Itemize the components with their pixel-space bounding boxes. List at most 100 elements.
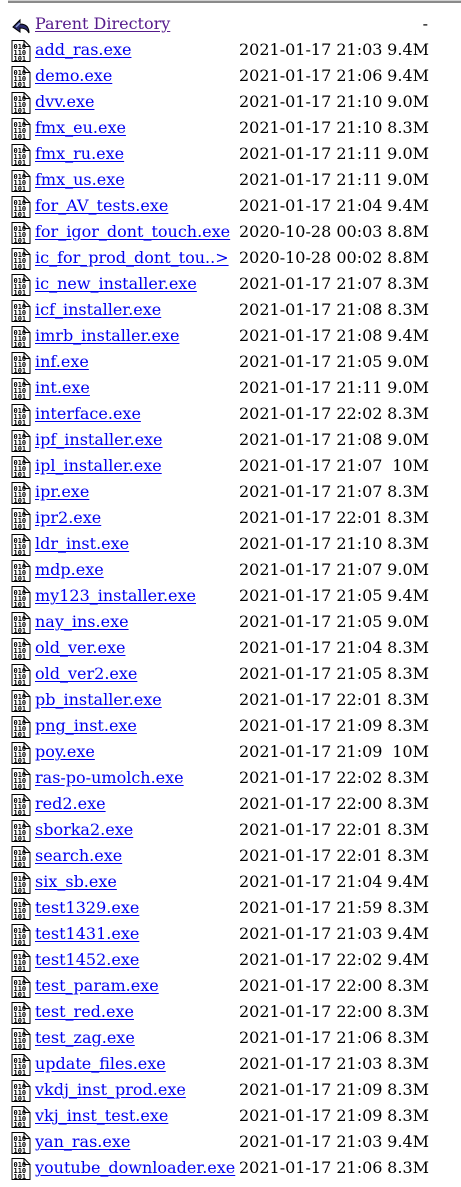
binary-file-icon[interactable]: 010 110 101 <box>11 586 31 608</box>
file-link[interactable]: old_ver.exe <box>35 638 125 657</box>
file-link[interactable]: ic_new_installer.exe <box>35 274 197 293</box>
file-link[interactable]: youtube_downloader.exe <box>35 1158 235 1177</box>
file-link[interactable]: fmx_ru.exe <box>35 144 124 163</box>
binary-file-icon[interactable]: 010 110 101 <box>11 274 31 296</box>
binary-file-icon[interactable]: 010 110 101 <box>11 1158 31 1180</box>
binary-file-icon[interactable]: 010 110 101 <box>11 638 31 660</box>
binary-file-icon[interactable]: 010 110 101 <box>11 196 31 218</box>
file-link[interactable]: update_files.exe <box>35 1054 166 1073</box>
file-link[interactable]: mdp.exe <box>35 560 104 579</box>
file-link[interactable]: fmx_eu.exe <box>35 118 126 137</box>
file-link[interactable]: ras-po-umolch.exe <box>35 768 184 787</box>
binary-file-icon[interactable]: 010 110 101 <box>11 300 31 322</box>
binary-file-icon[interactable]: 010 110 101 <box>11 1054 31 1076</box>
file-link[interactable]: for_igor_dont_touch.exe <box>35 222 230 241</box>
file-link[interactable]: yan_ras.exe <box>35 1132 130 1151</box>
binary-file-icon[interactable]: 010 110 101 <box>11 1002 31 1024</box>
svg-text:101: 101 <box>14 991 27 998</box>
binary-file-icon[interactable]: 010 110 101 <box>11 326 31 348</box>
file-link[interactable]: test_zag.exe <box>35 1028 135 1047</box>
file-link[interactable]: six_sb.exe <box>35 872 117 891</box>
binary-file-icon[interactable]: 010 110 101 <box>11 846 31 868</box>
parent-directory-link[interactable]: Parent Directory <box>35 14 170 33</box>
file-row: 010 110 101 poy.exe 2021-01-17 21:09 10M <box>11 740 461 766</box>
binary-file-icon[interactable]: 010 110 101 <box>11 950 31 972</box>
binary-file-icon[interactable]: 010 110 101 <box>11 872 31 894</box>
binary-file-icon[interactable]: 010 110 101 <box>11 92 31 114</box>
binary-file-icon[interactable]: 010 110 101 <box>11 508 31 530</box>
file-link[interactable]: test_red.exe <box>35 1002 134 1021</box>
file-link[interactable]: poy.exe <box>35 742 95 761</box>
file-link[interactable]: ipf_installer.exe <box>35 430 163 449</box>
binary-file-icon[interactable]: 010 110 101 <box>11 430 31 452</box>
file-link[interactable]: red2.exe <box>35 794 106 813</box>
binary-file-icon[interactable]: 010 110 101 <box>11 40 31 62</box>
file-link[interactable]: ldr_inst.exe <box>35 534 129 553</box>
binary-file-icon[interactable]: 010 110 101 <box>11 560 31 582</box>
file-link[interactable]: icf_installer.exe <box>35 300 161 319</box>
file-link[interactable]: test1452.exe <box>35 950 139 969</box>
file-link[interactable]: test1329.exe <box>35 898 139 917</box>
file-link[interactable]: fmx_us.exe <box>35 170 125 189</box>
binary-file-icon[interactable]: 010 110 101 <box>11 534 31 556</box>
binary-file-icon[interactable]: 010 110 101 <box>11 924 31 946</box>
binary-file-icon[interactable]: 010 110 101 <box>11 222 31 244</box>
binary-file-icon[interactable]: 010 110 101 <box>11 248 31 270</box>
binary-file-icon[interactable]: 010 110 101 <box>11 1132 31 1154</box>
binary-file-icon[interactable]: 010 110 101 <box>11 820 31 842</box>
binary-file-icon[interactable]: 010 110 101 <box>11 170 31 192</box>
file-link[interactable]: png_inst.exe <box>35 716 137 735</box>
file-link[interactable]: imrb_installer.exe <box>35 326 179 345</box>
file-link[interactable]: old_ver2.exe <box>35 664 137 683</box>
binary-file-icon[interactable]: 010 110 101 <box>11 690 31 712</box>
binary-file-icon[interactable]: 010 110 101 <box>11 66 31 88</box>
file-link[interactable]: dvv.exe <box>35 92 94 111</box>
file-modified-date: 2021-01-17 21:11 <box>239 170 383 189</box>
file-size: 8.3M <box>387 1080 429 1099</box>
file-link[interactable]: pb_installer.exe <box>35 690 162 709</box>
file-link[interactable]: sborka2.exe <box>35 820 133 839</box>
binary-file-icon[interactable]: 010 110 101 <box>11 404 31 426</box>
binary-file-icon[interactable]: 010 110 101 <box>11 456 31 478</box>
binary-file-icon[interactable]: 010 110 101 <box>11 482 31 504</box>
file-link[interactable]: ipr2.exe <box>35 508 101 527</box>
binary-file-icon[interactable]: 010 110 101 <box>11 898 31 920</box>
file-link[interactable]: vkj_inst_test.exe <box>35 1106 168 1125</box>
file-link[interactable]: ic_for_prod_dont_tou..> <box>35 248 229 267</box>
binary-file-icon[interactable]: 010 110 101 <box>11 742 31 764</box>
file-link[interactable]: search.exe <box>35 846 122 865</box>
binary-file-icon[interactable]: 010 110 101 <box>11 612 31 634</box>
binary-file-icon[interactable]: 010 110 101 <box>11 716 31 738</box>
file-link[interactable]: test_param.exe <box>35 976 159 995</box>
binary-file-icon[interactable]: 010 110 101 <box>11 664 31 686</box>
binary-file-icon[interactable]: 010 110 101 <box>11 768 31 790</box>
back-arrow-icon[interactable] <box>11 14 31 36</box>
file-link[interactable]: inf.exe <box>35 352 89 371</box>
file-size: 10M <box>392 456 429 475</box>
svg-text:101: 101 <box>14 419 27 426</box>
file-link[interactable]: add_ras.exe <box>35 40 131 59</box>
file-link[interactable]: nay_ins.exe <box>35 612 129 631</box>
file-link[interactable]: interface.exe <box>35 404 141 423</box>
file-link[interactable]: my123_installer.exe <box>35 586 196 605</box>
file-link[interactable]: ipr.exe <box>35 482 89 501</box>
file-link[interactable]: vkdj_inst_prod.exe <box>35 1080 186 1099</box>
binary-file-icon[interactable]: 010 110 101 <box>11 144 31 166</box>
file-link[interactable]: test1431.exe <box>35 924 139 943</box>
file-link[interactable]: demo.exe <box>35 66 112 85</box>
binary-file-icon[interactable]: 010 110 101 <box>11 1028 31 1050</box>
binary-file-icon[interactable]: 010 110 101 <box>11 118 31 140</box>
file-size: 9.4M <box>387 196 429 215</box>
binary-file-icon[interactable]: 010 110 101 <box>11 352 31 374</box>
file-link[interactable]: ipl_installer.exe <box>35 456 162 475</box>
binary-file-icon[interactable]: 010 110 101 <box>11 794 31 816</box>
file-row: 010 110 101 search.exe 2021-01-17 22:01 8.3M <box>11 844 461 870</box>
binary-file-icon[interactable]: 010 110 101 <box>11 976 31 998</box>
file-link[interactable]: int.exe <box>35 378 90 397</box>
binary-file-icon[interactable]: 010 110 101 <box>11 378 31 400</box>
binary-file-icon[interactable]: 010 110 101 <box>11 1106 31 1128</box>
file-link[interactable]: for_AV_tests.exe <box>35 196 168 215</box>
svg-text:101: 101 <box>14 1095 27 1102</box>
binary-file-icon[interactable]: 010 110 101 <box>11 1080 31 1102</box>
file-modified-date: 2021-01-17 21:08 <box>239 326 383 345</box>
